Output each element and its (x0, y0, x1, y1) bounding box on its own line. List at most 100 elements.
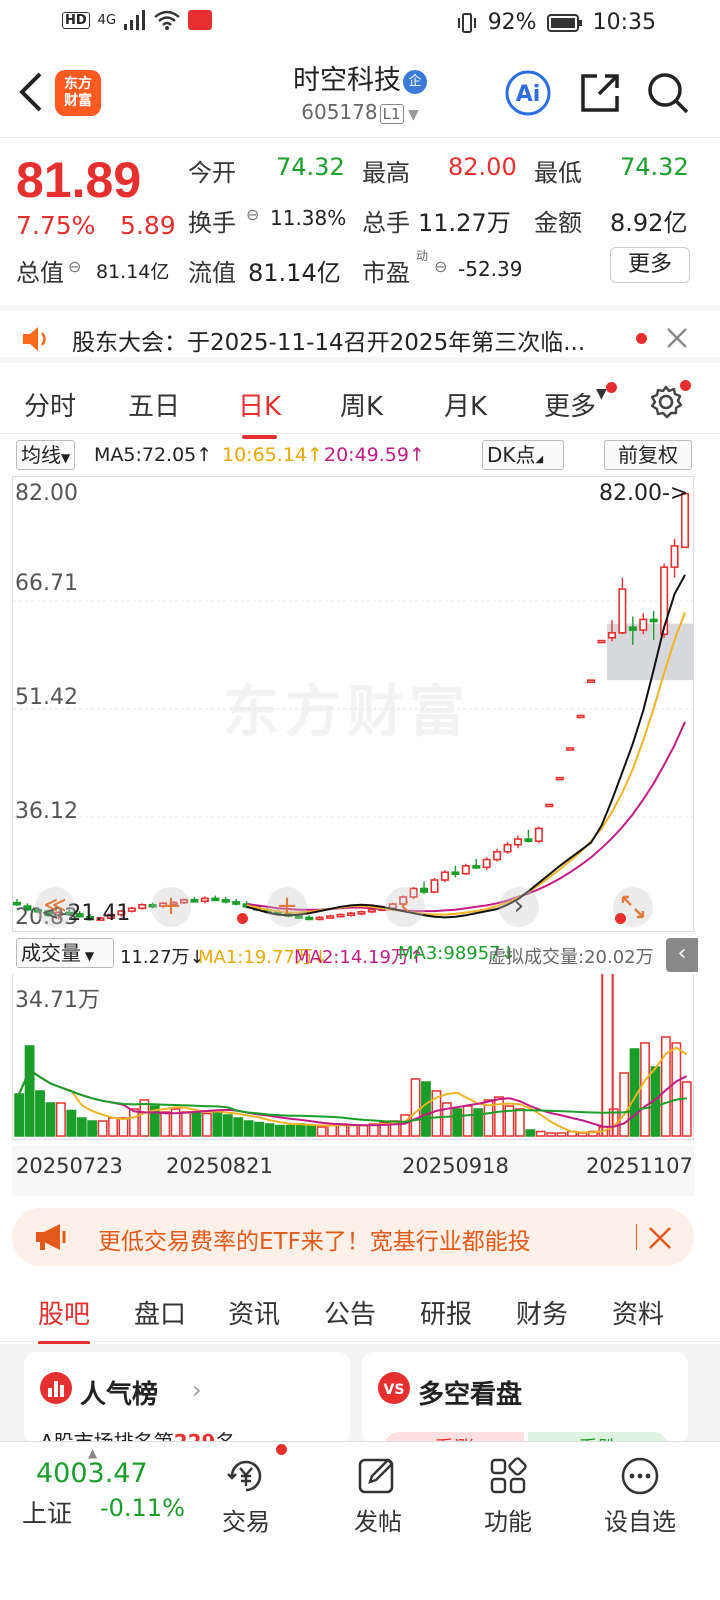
nav-trade[interactable]: 交易 (196, 1456, 296, 1537)
pe-info-icon[interactable]: ⊖ (434, 257, 447, 276)
zoom-in-button[interactable]: + (151, 887, 191, 927)
nav-trade-label: 交易 (222, 1508, 270, 1536)
event-dot-1[interactable] (237, 913, 248, 924)
ma5-up-arrow-icon: ↑ (196, 444, 213, 466)
bull-bear-card[interactable]: VS 多空看盘 看涨 看跌 (362, 1352, 688, 1444)
ma-selector[interactable]: 均线▼ (16, 440, 76, 470)
info-icon[interactable]: ⊖ (68, 257, 81, 276)
volume-bar (87, 1120, 98, 1137)
nav-post-label: 发帖 (354, 1508, 402, 1536)
notice-bar[interactable]: 股东大会：于2025-11-14召开2025年第三次临... (0, 305, 720, 363)
event-dot-2[interactable] (615, 913, 626, 924)
tab-more[interactable]: 更多▼ (544, 386, 607, 423)
settings-gear-icon[interactable] (648, 384, 684, 420)
tab-announcements[interactable]: 公告 (324, 1294, 376, 1331)
candle (430, 879, 439, 893)
ma-selector-caret-icon: ▼ (61, 451, 71, 465)
candle (597, 639, 606, 644)
candle (545, 803, 554, 808)
tab-more-label: 更多 (544, 392, 597, 422)
more-dot (606, 382, 617, 393)
kline-svg[interactable] (13, 477, 694, 932)
dk-point-selector[interactable]: DK点◢ (482, 440, 564, 470)
adjust-selector[interactable]: 前复权 (604, 440, 692, 470)
pe-dynamic-mark: 动 (416, 249, 429, 263)
float-label: 流值 (188, 259, 236, 287)
turnover-value: 11.38% (270, 206, 347, 230)
search-icon[interactable] (645, 70, 691, 116)
volume-svg[interactable] (13, 974, 694, 1140)
ma20-up-arrow-icon: ↑ (408, 444, 425, 466)
index-value[interactable]: 4003.47 (36, 1458, 148, 1489)
candle (649, 618, 658, 623)
volume-bar (546, 1132, 557, 1137)
zoom-out-button[interactable]: + (267, 887, 307, 927)
ad-close-icon[interactable] (648, 1226, 672, 1250)
volume-chart[interactable]: 34.71万 (12, 974, 694, 1140)
candle (482, 858, 491, 869)
stock-code-row[interactable]: 605178 L1 ▼ (240, 100, 480, 124)
bottom-nav: ▲ 4003.47 上证 -0.11% 交易 发帖 功能 设自选 (0, 1441, 720, 1600)
candle (513, 838, 523, 846)
logo-text-1: 东方 (64, 76, 92, 92)
volume-bar (160, 1111, 171, 1137)
nav-functions-label: 功能 (484, 1508, 532, 1536)
tab-guba[interactable]: 股吧 (38, 1294, 91, 1345)
volume-bar (410, 1078, 421, 1137)
app-notification-icon (188, 10, 213, 30)
y-tick-3: 36.12 (15, 799, 78, 824)
candle (461, 865, 470, 875)
tab-daily-k[interactable]: 日K (238, 386, 281, 439)
tab-five-day[interactable]: 五日 (128, 386, 180, 423)
ai-icon[interactable]: Ai (505, 70, 551, 116)
bull-bear-title: 多空看盘 (418, 1380, 523, 1410)
volume-bar (128, 1108, 139, 1137)
nav-add-watchlist[interactable]: 设自选 (590, 1456, 690, 1537)
scroll-left-fast-button[interactable]: ≪ (35, 887, 75, 927)
ad-text[interactable]: 更低交易费率的ETF来了！宽基行业都能投 (98, 1222, 531, 1256)
close-icon[interactable] (666, 327, 688, 349)
scroll-left-button[interactable]: ‹ (385, 887, 425, 927)
volume-bar (525, 1129, 536, 1137)
tab-profile[interactable]: 资料 (612, 1294, 664, 1331)
content-tabs: 股吧 盘口 资讯 公告 研报 财务 资料 (0, 1282, 720, 1345)
turnover-info-icon[interactable]: ⊖ (246, 205, 259, 224)
volume-bar (264, 1123, 275, 1137)
candle (618, 588, 627, 634)
notice-text[interactable]: 股东大会：于2025-11-14召开2025年第三次临... (72, 323, 612, 357)
volume-selector[interactable]: 成交量 ▼ (16, 938, 114, 968)
volume-bar (473, 1108, 484, 1137)
candle (367, 908, 376, 913)
share-icon[interactable] (577, 70, 623, 116)
scroll-right-button[interactable]: › (499, 887, 539, 927)
kline-chart[interactable]: 东方财富 82.00 66.71 51.42 36.12 20.83 82.00… (12, 476, 694, 932)
tab-pankou[interactable]: 盘口 (134, 1294, 186, 1331)
candle (639, 618, 648, 631)
volume-bar (222, 1114, 233, 1137)
candle (451, 871, 460, 876)
tab-research[interactable]: 研报 (420, 1294, 472, 1331)
collapse-panel-button[interactable]: ‹ (666, 938, 698, 972)
nav-functions[interactable]: 功能 (458, 1456, 558, 1537)
index-name[interactable]: 上证 (22, 1494, 72, 1530)
svg-text:VS: VS (384, 1382, 405, 1398)
dk-corner-icon: ◢ (535, 454, 544, 465)
vol-ma3-line (18, 1068, 687, 1123)
candle (440, 871, 449, 881)
more-quote-button[interactable]: 更多 (610, 247, 690, 283)
tab-finance[interactable]: 财务 (516, 1294, 568, 1331)
tab-news[interactable]: 资讯 (228, 1294, 280, 1331)
back-arrow-icon[interactable] (16, 70, 46, 114)
index-change: -0.11% (100, 1494, 185, 1522)
tab-weekly-k[interactable]: 周K (340, 386, 383, 423)
tab-monthly-k[interactable]: 月K (444, 386, 487, 423)
volume-bar (535, 1130, 546, 1137)
float-value: 81.14亿 (248, 259, 341, 287)
nav-post[interactable]: 发帖 (328, 1456, 428, 1537)
popularity-card[interactable]: 人气榜 › A股市场排名第229名 (24, 1352, 350, 1444)
app-logo[interactable]: 东方 财富 (55, 70, 101, 116)
amount-label: 金额 (534, 209, 582, 237)
etf-ad-banner[interactable]: 更低交易费率的ETF来了！宽基行业都能投 (12, 1208, 694, 1266)
volume-bar (681, 1081, 692, 1137)
tab-intraday[interactable]: 分时 (24, 386, 76, 423)
